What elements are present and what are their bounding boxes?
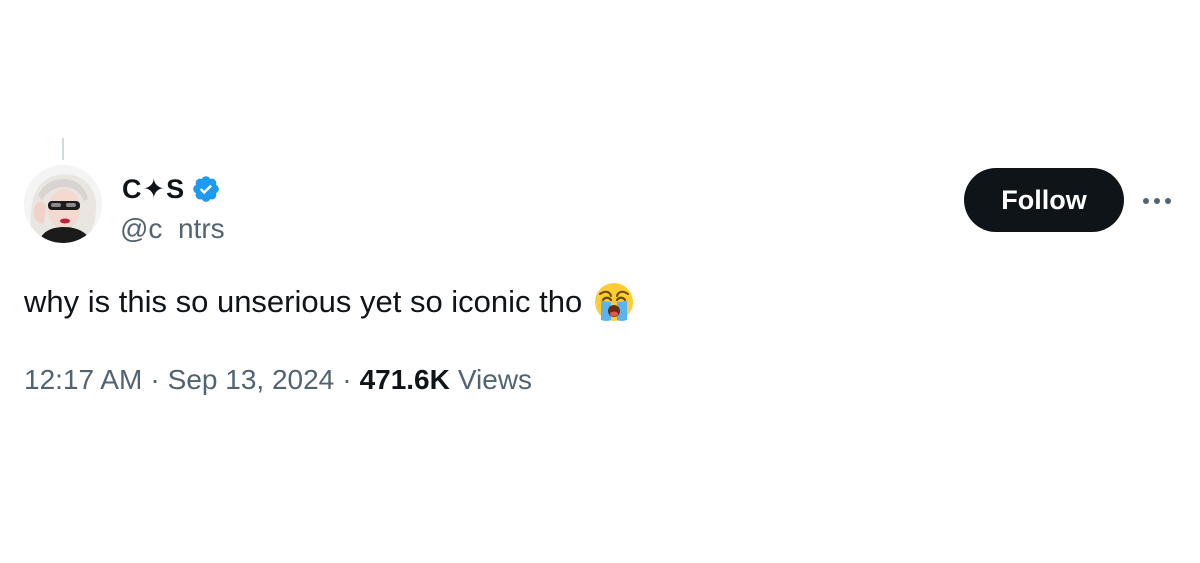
verified-badge-icon — [191, 174, 221, 204]
avatar-photo — [24, 165, 102, 243]
tweet-text: why is this so unserious yet so iconic t… — [24, 280, 636, 324]
views-label: Views — [457, 364, 533, 395]
views-count: 471.6K — [359, 364, 450, 395]
tweet-meta: 12:17 AM · Sep 13, 2024 · 471.6K Views — [24, 362, 532, 398]
loudly-crying-face-icon — [592, 280, 636, 324]
author-handle[interactable]: @c ntrs — [120, 212, 225, 246]
meta-separator: · — [150, 364, 160, 395]
tweet-time[interactable]: 12:17 AM — [24, 362, 142, 398]
follow-button[interactable]: Follow — [964, 168, 1124, 232]
thread-connector-line — [62, 138, 64, 160]
meta-separator: · — [342, 364, 352, 395]
author-name-row: C✦S — [122, 172, 221, 206]
tweet-date[interactable]: Sep 13, 2024 — [168, 362, 335, 398]
avatar[interactable] — [24, 165, 102, 243]
more-options-button[interactable] — [1140, 186, 1174, 216]
tweet-text-content: why is this so unserious yet so iconic t… — [24, 284, 583, 319]
ellipsis-icon — [1143, 198, 1171, 204]
author-display-name[interactable]: C✦S — [122, 172, 185, 206]
